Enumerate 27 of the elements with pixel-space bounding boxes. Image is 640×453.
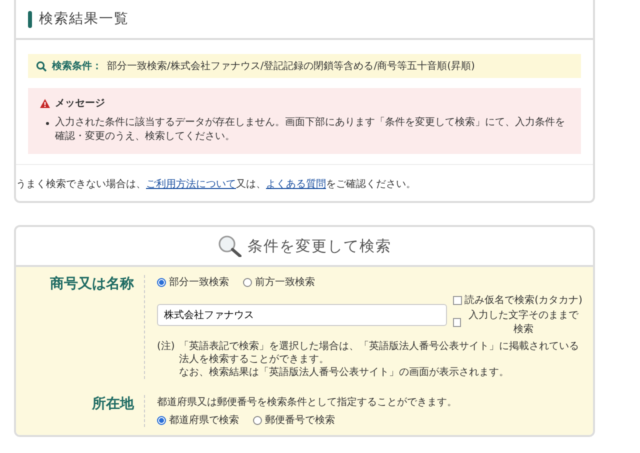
radio-option[interactable]: 部分一致検索 xyxy=(157,275,229,289)
conditions-label: 検索条件： xyxy=(52,60,102,73)
radio-option[interactable]: 前方一致検索 xyxy=(243,275,315,289)
help-link[interactable]: よくある質問 xyxy=(266,179,326,190)
page-title: 検索結果一覧 xyxy=(39,10,129,28)
field-label: 商号又は名称 xyxy=(26,275,145,379)
title-accent-bar xyxy=(28,10,32,28)
name-input[interactable]: 株式会社ファナウス xyxy=(157,304,447,326)
field-description: 都道府県又は郵便番号を検索条件として指定することができます。 xyxy=(157,396,458,409)
radio-option[interactable]: 郵便番号で検索 xyxy=(253,413,335,427)
bullet-icon xyxy=(46,122,49,125)
magnifier-icon xyxy=(218,235,242,257)
form-title: 条件を変更して検索 xyxy=(248,236,392,256)
message-text: 入力された条件に該当するデータが存在しません。画面下部にあります「条件を変更して検索」にて、入力条件を確認・変更のうえ、検索してください。 xyxy=(55,116,566,144)
help-link[interactable]: ご利用方法について xyxy=(146,179,236,190)
checkbox-option[interactable]: 入力した文字そのままで検索 xyxy=(452,308,583,336)
note-mark: (注) xyxy=(157,340,175,354)
note-text: なお、検索結果は「英語版法人番号公表サイト」の画面が表示されます。 xyxy=(178,366,510,379)
search-icon xyxy=(36,60,47,72)
checkbox-option[interactable]: 読み仮名で検索(カタカナ) xyxy=(452,293,583,307)
conditions-value: 部分一致検索/株式会社ファナウス/登記記録の閉鎖等含める/商号等五十音順(昇順) xyxy=(107,60,475,73)
help-text: うまく検索できない場合は、ご利用方法について又は、よくある質問をご確認ください。 xyxy=(16,164,593,191)
warning-icon xyxy=(40,98,50,108)
radio-option[interactable]: 都道府県で検索 xyxy=(157,413,239,427)
message-title: メッセージ xyxy=(55,97,105,110)
field-label: 所在地 xyxy=(26,395,145,427)
note-text: 「英語表記で検索」を選択した場合は、「英語版法人番号公表サイト」に掲載されている法人を検索することができます。 xyxy=(178,340,580,366)
